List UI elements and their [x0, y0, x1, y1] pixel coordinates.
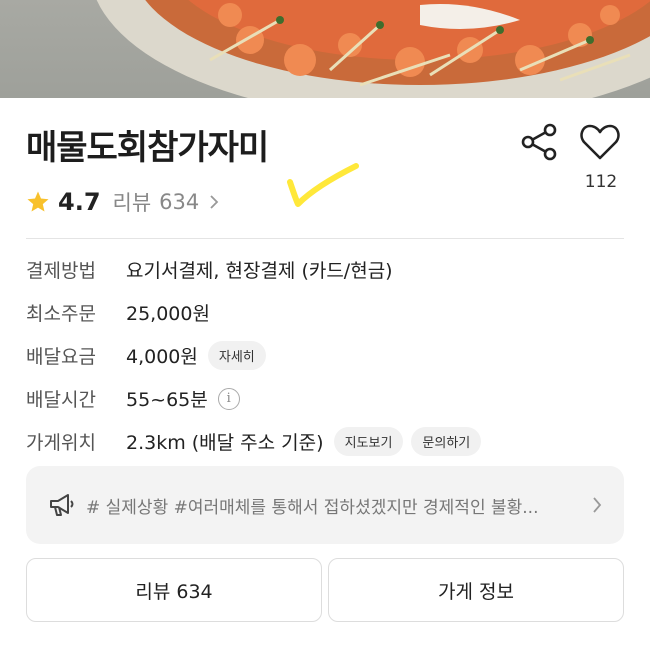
share-icon	[521, 123, 557, 161]
info-icon[interactable]: i	[217, 387, 240, 410]
review-link-count: 634	[159, 190, 200, 214]
location-value: 2.3km (배달 주소 기준)	[126, 432, 324, 454]
review-link-label: 리뷰	[112, 191, 152, 215]
chevron-right-icon	[210, 195, 219, 209]
store-info-tab-button[interactable]: 가게 정보	[328, 558, 624, 622]
payment-row: 결제방법 요기서결제, 현장결제 (카드/현금)	[26, 248, 626, 291]
delivery-time-value: 55~65분	[126, 389, 208, 411]
rating-value: 4.7	[58, 188, 101, 216]
handwritten-check-mark	[287, 163, 359, 207]
delivery-fee-row: 배달요금 4,000원 자세히	[26, 334, 626, 377]
like-button[interactable]	[578, 120, 622, 164]
rating-row: 4.7 리뷰 634	[26, 186, 219, 218]
map-view-button[interactable]: 지도보기	[333, 427, 404, 456]
store-info-card: 매물도회참가자미 112 4.7 리뷰 634 결제방법 요기서결제, 현장결제…	[0, 98, 650, 652]
store-notice[interactable]: # 실제상황 #여러매체를 통해서 접하셨겠지만 경제적인 불황...	[26, 466, 624, 544]
inquiry-button[interactable]: 문의하기	[411, 427, 482, 456]
payment-label: 결제방법	[26, 260, 96, 282]
delivery-time-label: 배달시간	[26, 389, 96, 411]
payment-value: 요기서결제, 현장결제 (카드/현금)	[126, 260, 393, 282]
location-label: 가게위치	[26, 432, 96, 454]
fee-detail-button[interactable]: 자세히	[207, 341, 266, 370]
share-button[interactable]	[518, 120, 562, 164]
notice-text: # 실제상황 #여러매체를 통해서 접하셨겠지만 경제적인 불황...	[86, 497, 539, 518]
min-order-value: 25,000원	[126, 303, 210, 325]
star-icon	[27, 191, 49, 212]
min-order-row: 최소주문 25,000원	[26, 291, 626, 334]
location-row: 가게위치 2.3km (배달 주소 기준) 지도보기 문의하기	[26, 420, 626, 463]
like-count: 112	[584, 172, 618, 192]
review-tab-button[interactable]: 리뷰 634	[26, 558, 322, 622]
chevron-right-icon	[593, 497, 602, 513]
delivery-fee-value: 4,000원	[126, 346, 198, 368]
review-link[interactable]: 리뷰 634	[113, 187, 220, 217]
delivery-fee-label: 배달요금	[26, 346, 96, 368]
heart-icon	[580, 124, 620, 160]
megaphone-icon	[50, 494, 74, 516]
min-order-label: 최소주문	[26, 303, 96, 325]
divider	[26, 238, 624, 239]
delivery-time-row: 배달시간 55~65분 i	[26, 377, 626, 420]
food-photo	[0, 0, 650, 98]
store-details: 결제방법 요기서결제, 현장결제 (카드/현금) 최소주문 25,000원 배달…	[26, 248, 626, 463]
store-name: 매물도회참가자미	[26, 128, 269, 168]
